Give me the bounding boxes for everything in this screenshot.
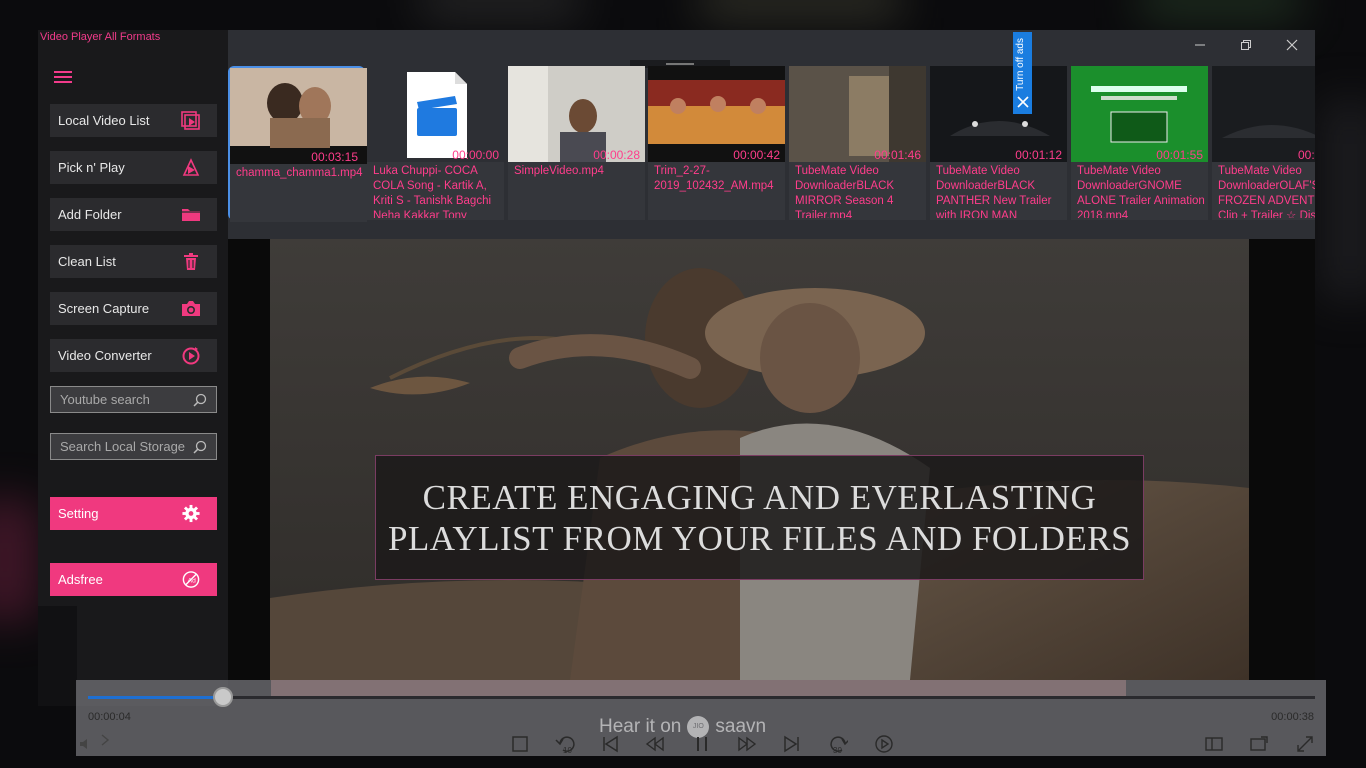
playlist-item[interactable]: 00: TubeMate Video DownloaderOLAF'S FROZ… [1212,66,1315,220]
video-duration: 00:00:42 [733,148,780,162]
playback-speed-icon[interactable] [874,734,894,754]
adsfree-label: Adsfree [58,572,103,587]
turn-off-ads-tag[interactable]: Turn off ads [1013,32,1032,114]
fast-rewind-icon[interactable] [645,734,665,754]
video-letterbox-left [228,238,270,680]
camera-icon [181,299,201,318]
current-time: 00:00:04 [88,711,131,723]
close-icon[interactable] [1269,30,1315,60]
playlist-item[interactable]: 00:01:12 TubeMate Video DownloaderBLACK … [930,66,1067,220]
sidebar-item-label: Clean List [58,254,116,269]
forward-30-icon[interactable]: 30 [828,734,848,754]
fullscreen-icon[interactable] [1295,734,1315,754]
pause-icon[interactable] [692,734,712,754]
video-duration: 00:01:55 [1156,148,1203,162]
video-duration: 00:01:12 [1015,148,1062,162]
search-icon[interactable] [193,440,207,459]
local-video-list-button[interactable]: Local Video List [50,104,217,137]
close-icon[interactable] [1016,96,1029,108]
gear-icon [181,504,201,523]
video-duration: 00:03:15 [311,150,358,164]
seek-knob[interactable] [212,687,233,707]
video-letterbox-right [1249,238,1315,680]
search-icon[interactable] [193,393,207,412]
add-folder-button[interactable]: Add Folder [50,198,217,231]
playlist-item[interactable]: 00:00:28 SimpleVideo.mp4 [508,66,645,220]
playlist-item[interactable]: 00:01:46 TubeMate Video DownloaderBLACK … [789,66,926,220]
video-list-icon [181,111,201,130]
caption-line-2: PLAYLIST FROM YOUR FILES AND FOLDERS [387,518,1132,558]
caption-line-1: CREATE ENGAGING AND EVERLASTING [422,477,1097,517]
screen-capture-button[interactable]: Screen Capture [50,292,217,325]
sidebar-item-label: Screen Capture [58,301,150,316]
sidebar-item-label: Add Folder [58,207,122,222]
video-preview-band [271,680,1126,696]
video-filename: Luka Chuppi- COCA COLA Song - Kartik A, … [373,165,492,218]
youtube-search-box[interactable] [50,386,217,413]
window-controls [1177,30,1315,60]
player-controls: 00:00:04 00:00:38 Hear it on JIO saavn 1… [76,680,1326,756]
local-storage-search-input[interactable] [60,439,188,454]
volume-icon[interactable] [78,734,92,754]
video-duration: 00:00:28 [593,148,640,162]
local-search-box[interactable] [50,433,217,460]
hamburger-menu-icon[interactable] [54,71,72,83]
skip-next-icon[interactable] [782,734,802,754]
video-filename: chamma_chamma1.mp4 [236,167,363,179]
sidebar-bottom-strip [38,606,77,706]
pick-play-icon [181,158,201,177]
playlist-item[interactable]: 00:01:55 TubeMate Video DownloaderGNOME … [1071,66,1208,220]
video-duration: 00: [1298,148,1315,162]
restore-icon[interactable] [1223,30,1269,60]
chevron-right-icon[interactable] [98,730,112,750]
no-ads-icon: Ad [181,570,201,589]
app-title: Video Player All Formats [40,31,161,43]
setting-button[interactable]: Setting [50,497,217,530]
svg-text:10: 10 [563,746,572,754]
playlist-item[interactable]: 00:03:15 chamma_chamma1.mp4 [228,66,367,222]
fast-forward-icon[interactable] [737,734,757,754]
video-filename: TubeMate Video DownloaderGNOME ALONE Tra… [1077,165,1205,218]
svg-text:30: 30 [833,746,842,754]
video-duration: 00:00:00 [452,148,499,162]
adsfree-button[interactable]: Adsfree Ad [50,563,217,596]
youtube-search-input[interactable] [60,392,188,407]
mini-view-icon[interactable] [1204,734,1224,754]
total-time: 00:00:38 [1271,711,1314,723]
playlist-item[interactable]: 00:00:42 Trim_2-27-2019_102432_AM.mp4 [648,66,785,220]
video-caption-overlay: CREATE ENGAGING AND EVERLASTING PLAYLIST… [375,455,1144,580]
rewind-10-icon[interactable]: 10 [555,734,575,754]
trash-icon [181,252,201,271]
video-duration: 00:01:46 [874,148,921,162]
seek-bar[interactable] [88,696,1315,699]
turn-off-ads-label: Turn off ads [1015,38,1026,91]
pick-n-play-button[interactable]: Pick n' Play [50,151,217,184]
video-filename: TubeMate Video DownloaderOLAF'S FROZEN A… [1218,165,1315,218]
video-filename: TubeMate Video DownloaderBLACK MIRROR Se… [795,165,895,218]
video-filename: Trim_2-27-2019_102432_AM.mp4 [654,165,774,192]
sidebar-item-label: Local Video List [58,113,150,128]
sidebar-item-label: Pick n' Play [58,160,125,175]
folder-icon [181,205,201,224]
video-filename: SimpleVideo.mp4 [514,165,604,177]
video-filename: TubeMate Video DownloaderBLACK PANTHER N… [936,165,1052,218]
svg-text:Ad: Ad [188,577,196,584]
sidebar-item-label: Video Converter [58,348,152,363]
convert-icon [181,346,201,365]
skip-previous-icon[interactable] [600,734,620,754]
minimize-icon[interactable] [1177,30,1223,60]
clean-list-button[interactable]: Clean List [50,245,217,278]
setting-label: Setting [58,506,99,521]
seek-progress [88,696,223,699]
playlist-item[interactable]: 00:00:00 Luka Chuppi- COCA COLA Song - K… [367,66,504,220]
video-converter-button[interactable]: Video Converter [50,339,217,372]
stop-icon[interactable] [510,734,530,754]
cast-icon[interactable] [1249,734,1269,754]
